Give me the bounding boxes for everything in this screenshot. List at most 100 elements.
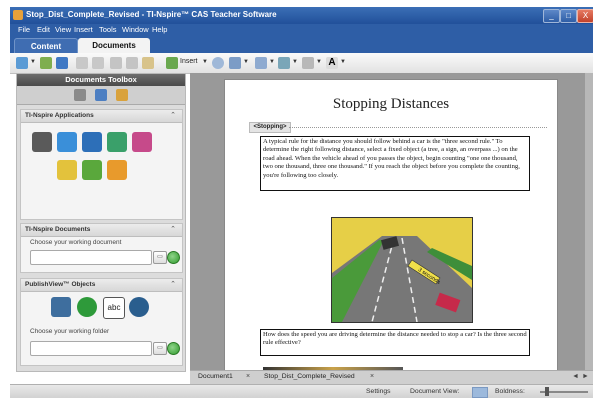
chevron-down-icon[interactable]: ▼ (316, 59, 322, 65)
screen-capture-icon[interactable] (212, 57, 224, 69)
close-icon[interactable]: × (370, 373, 374, 380)
lists-spreadsheet-icon[interactable] (107, 132, 127, 152)
document-page: Stopping Distances <Stopping> A typical … (224, 79, 558, 372)
menu-edit[interactable]: Edit (37, 25, 50, 34)
status-bar: Settings Document View: Boldness: (10, 384, 593, 398)
calculator-icon[interactable] (32, 132, 52, 152)
road-illustration: 3 seconds (332, 218, 472, 322)
insert-page-icon[interactable] (166, 57, 178, 69)
tools-icon[interactable] (74, 89, 86, 101)
boldness-label: Boldness: (495, 388, 525, 395)
go-button[interactable] (167, 251, 180, 264)
toolbox-title: Documents Toolbox (17, 74, 185, 86)
tab-documents[interactable]: Documents (78, 38, 150, 53)
menu-view[interactable]: View (55, 25, 71, 34)
chevron-down-icon[interactable]: ▼ (30, 59, 36, 65)
content-explorer-icon[interactable] (116, 89, 128, 101)
doctab-document1[interactable]: Document1 (198, 373, 233, 380)
menu-help[interactable]: Help (152, 25, 167, 34)
collapse-icon[interactable]: ⌃ (170, 111, 176, 119)
redo-icon[interactable] (92, 57, 104, 69)
menu-file[interactable]: File (18, 25, 30, 34)
new-document-icon[interactable] (16, 57, 28, 69)
fill-color-icon[interactable] (278, 57, 290, 69)
working-folder-label: Choose your working folder (30, 328, 110, 335)
tab-scroll-left-icon[interactable]: ◄ (572, 373, 579, 380)
publishview-panel-title: PublishView™ Objects (25, 281, 96, 288)
app-logo-icon (13, 10, 23, 20)
chevron-down-icon[interactable]: ▼ (340, 59, 346, 65)
chevron-down-icon[interactable]: ▼ (292, 59, 298, 65)
publishview-panel-header[interactable]: PublishView™ Objects ⌃ (21, 279, 182, 292)
toolbox-tabs (17, 86, 185, 105)
page-sorter-icon[interactable] (95, 89, 107, 101)
publishview-panel: PublishView™ Objects ⌃ abc Choose your w… (20, 278, 183, 366)
menu-bar: File Edit View Insert Tools Window Help (10, 24, 593, 36)
maximize-button[interactable]: □ (560, 9, 577, 23)
menu-tools[interactable]: Tools (99, 25, 117, 34)
line-color-icon[interactable] (302, 57, 314, 69)
section-divider (289, 127, 547, 128)
applications-panel-title: TI-Nspire Applications (25, 112, 94, 119)
page-title: Stopping Distances (332, 96, 450, 112)
close-icon[interactable]: × (246, 373, 250, 380)
document-area: Stopping Distances <Stopping> A typical … (190, 73, 593, 372)
toolbar: ▼ Insert ▼ ▼ ▼ ▼ ▼ A ▼ (10, 53, 593, 74)
browse-button[interactable]: ▭ (153, 342, 167, 355)
collapse-icon[interactable]: ⌃ (170, 225, 176, 233)
vernier-dataquest-icon[interactable] (82, 160, 102, 180)
go-button[interactable] (167, 342, 180, 355)
window-title: Stop_Dist_Complete_Revised - TI-Nspire™ … (26, 10, 277, 19)
graphs-icon[interactable] (57, 132, 77, 152)
geometry-icon[interactable] (82, 132, 102, 152)
working-document-field[interactable] (30, 250, 152, 265)
road-image: 3 seconds (331, 217, 473, 323)
notes-icon[interactable] (57, 160, 77, 180)
chevron-down-icon[interactable]: ▼ (202, 59, 208, 65)
title-bar: Stop_Dist_Complete_Revised - TI-Nspire™ … (10, 7, 593, 24)
menu-insert[interactable]: Insert (74, 25, 93, 34)
document-view-toggle[interactable] (472, 387, 488, 398)
question-text-box-2[interactable]: How does the speed you are driving deter… (260, 329, 530, 356)
minimize-button[interactable]: _ (543, 9, 560, 23)
image-object-icon[interactable] (51, 297, 71, 317)
settings-button[interactable]: Settings (366, 388, 391, 395)
applications-panel-header[interactable]: TI-Nspire Applications ⌃ (21, 110, 182, 123)
insert-label[interactable]: Insert (180, 58, 198, 65)
tab-scroll-right-icon[interactable]: ► (582, 373, 589, 380)
data-statistics-icon[interactable] (132, 132, 152, 152)
chevron-down-icon[interactable]: ▼ (269, 59, 275, 65)
paste-icon[interactable] (142, 57, 154, 69)
open-icon[interactable] (40, 57, 52, 69)
page-layout-icon[interactable] (255, 57, 267, 69)
documents-toolbox: Documents Toolbox TI-Nspire Applications… (16, 73, 186, 372)
cut-icon[interactable] (110, 57, 122, 69)
undo-icon[interactable] (76, 57, 88, 69)
applications-panel: TI-Nspire Applications ⌃ (20, 109, 183, 220)
documents-panel: TI-Nspire Documents ⌃ Choose your workin… (20, 223, 183, 273)
ti-nspire-object-icon[interactable] (129, 297, 149, 317)
document-view-label: Document View: (410, 388, 460, 395)
question-icon[interactable] (107, 160, 127, 180)
documents-panel-header[interactable]: TI-Nspire Documents ⌃ (21, 224, 182, 237)
vertical-scrollbar[interactable] (585, 73, 593, 370)
boldness-slider-handle[interactable] (545, 387, 549, 396)
collapse-icon[interactable]: ⌃ (170, 280, 176, 288)
video-object-icon[interactable] (77, 297, 97, 317)
text-color-icon[interactable]: A (326, 57, 338, 69)
working-document-label: Choose your working document (30, 239, 122, 246)
browse-button[interactable]: ▭ (153, 251, 167, 264)
copy-icon[interactable] (126, 57, 138, 69)
menu-window[interactable]: Window (122, 25, 149, 34)
question-text-box[interactable]: A typical rule for the distance you shou… (260, 136, 530, 191)
working-folder-field[interactable] (30, 341, 152, 356)
display-icon[interactable] (229, 57, 241, 69)
tab-content[interactable]: Content (14, 38, 78, 54)
save-icon[interactable] (56, 57, 68, 69)
documents-panel-title: TI-Nspire Documents (25, 226, 91, 233)
section-tag: <Stopping> (249, 122, 291, 133)
text-object-icon[interactable]: abc (103, 297, 125, 319)
doctab-stop-dist[interactable]: Stop_Dist_Complete_Revised (264, 373, 355, 380)
close-button[interactable]: X (577, 9, 593, 23)
chevron-down-icon[interactable]: ▼ (243, 59, 249, 65)
